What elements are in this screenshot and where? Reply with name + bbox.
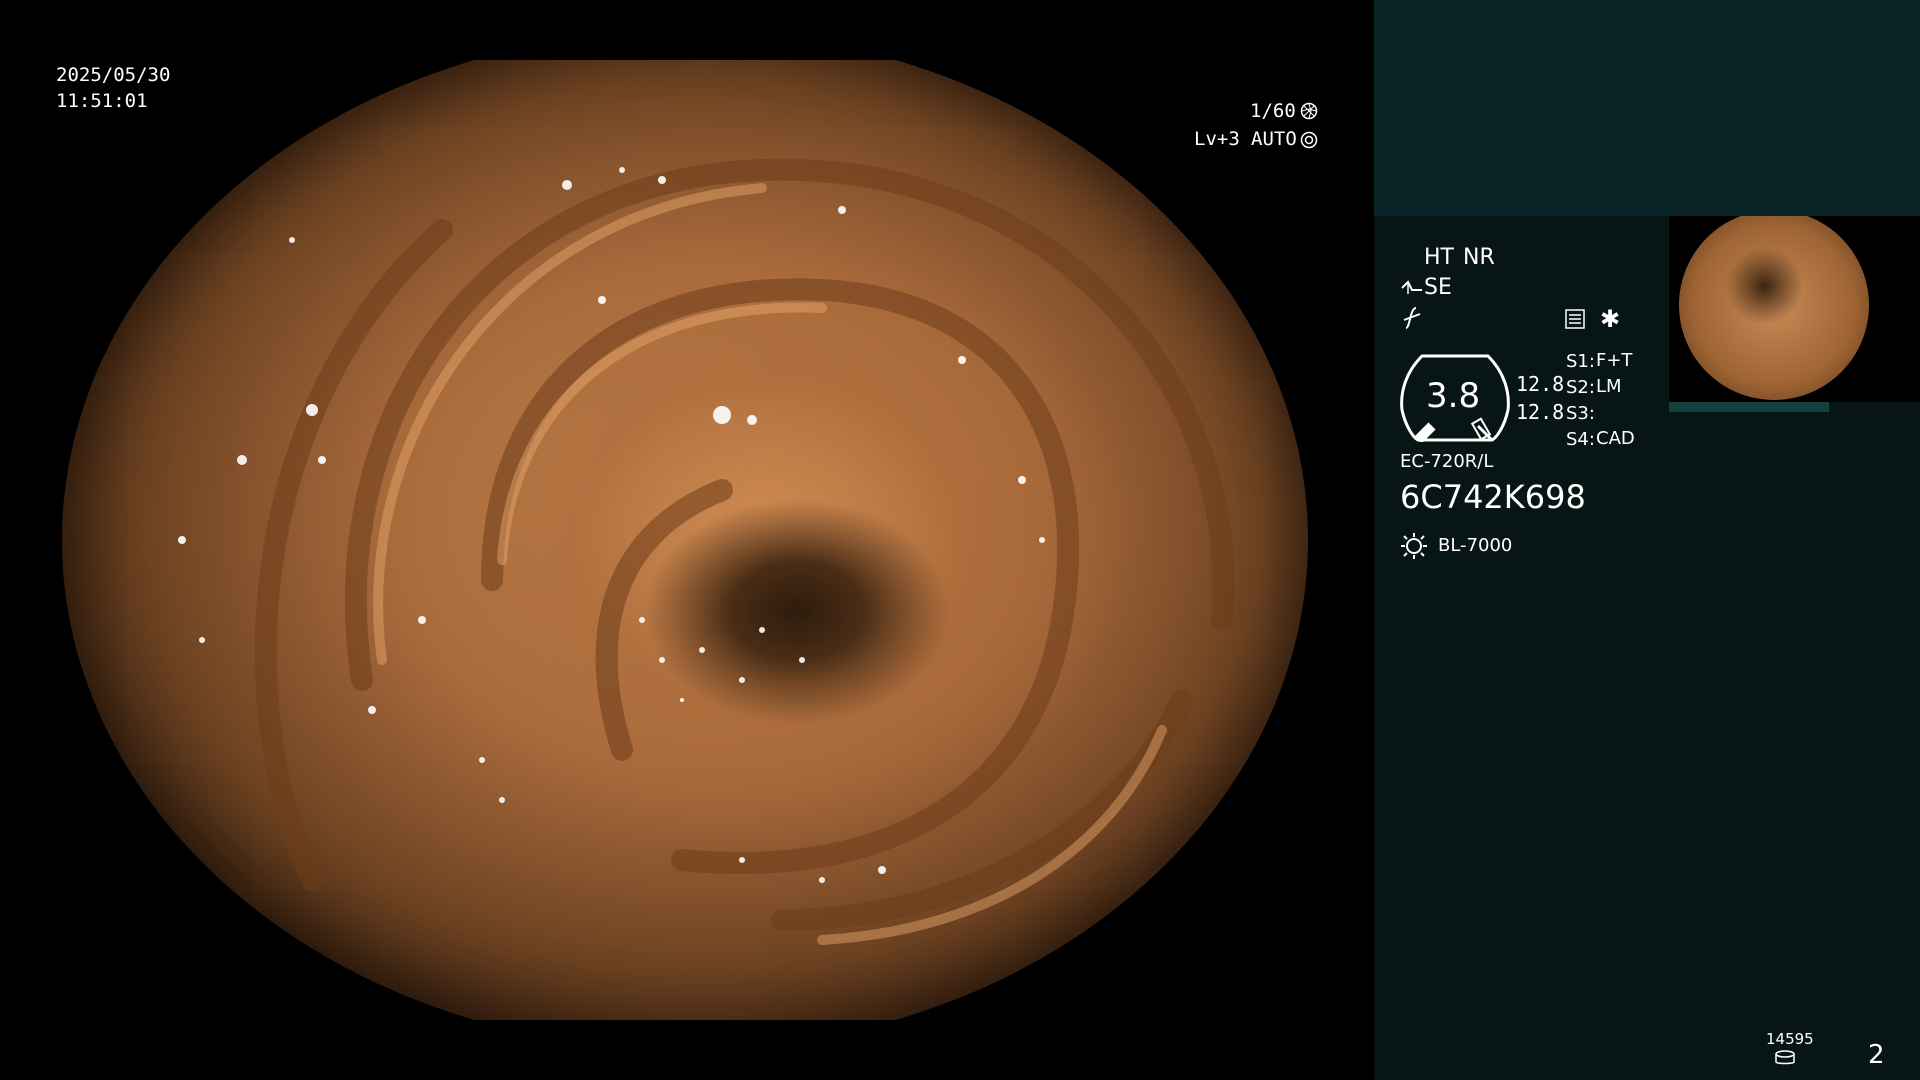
se-label: SE	[1424, 275, 1452, 300]
level-label: Lv+3	[1194, 128, 1240, 150]
s4-label: S4:	[1566, 429, 1595, 450]
capture-thumbnail[interactable]	[1669, 216, 1920, 402]
s4-value: CAD	[1596, 428, 1635, 449]
iris-icon	[1300, 131, 1318, 149]
s1-label: S1:	[1566, 351, 1595, 372]
storage-icon	[1774, 1050, 1796, 1066]
time-label: 11:51:01	[56, 90, 148, 112]
right-panel-header	[1374, 0, 1920, 216]
shutter-label: 1/60	[1250, 100, 1296, 122]
gauge-value: 3.8	[1426, 376, 1481, 416]
mucosal-folds	[178, 158, 1235, 945]
nr-label: NR	[1463, 245, 1495, 270]
light-source-label: BL-7000	[1438, 535, 1513, 556]
value-b: 12.8	[1516, 400, 1565, 424]
memo-icon	[1564, 308, 1586, 330]
aperture-icon	[1300, 102, 1318, 120]
s1-value: F+T	[1596, 350, 1633, 371]
scope-mode-icon	[1400, 278, 1424, 298]
s2-value: LM	[1596, 376, 1622, 397]
asterisk-icon: ✱	[1600, 305, 1621, 333]
s2-label: S2:	[1566, 377, 1595, 398]
flash-off-icon	[1402, 306, 1422, 330]
endoscope-view	[62, 60, 1308, 1020]
ht-label: HT	[1424, 245, 1454, 270]
page-number: 2	[1868, 1040, 1885, 1070]
scope-model: EC-720R/L	[1400, 451, 1494, 472]
s3-label: S3:	[1566, 403, 1595, 424]
image-counter: 14595	[1766, 1030, 1814, 1048]
auto-label: AUTO	[1251, 128, 1297, 150]
light-source-icon	[1400, 532, 1428, 560]
thumbnail-indicator	[1669, 402, 1829, 412]
serial-number: 6C742K698	[1400, 478, 1586, 516]
date-label: 2025/05/30	[56, 64, 171, 86]
value-a: 12.8	[1516, 372, 1565, 396]
